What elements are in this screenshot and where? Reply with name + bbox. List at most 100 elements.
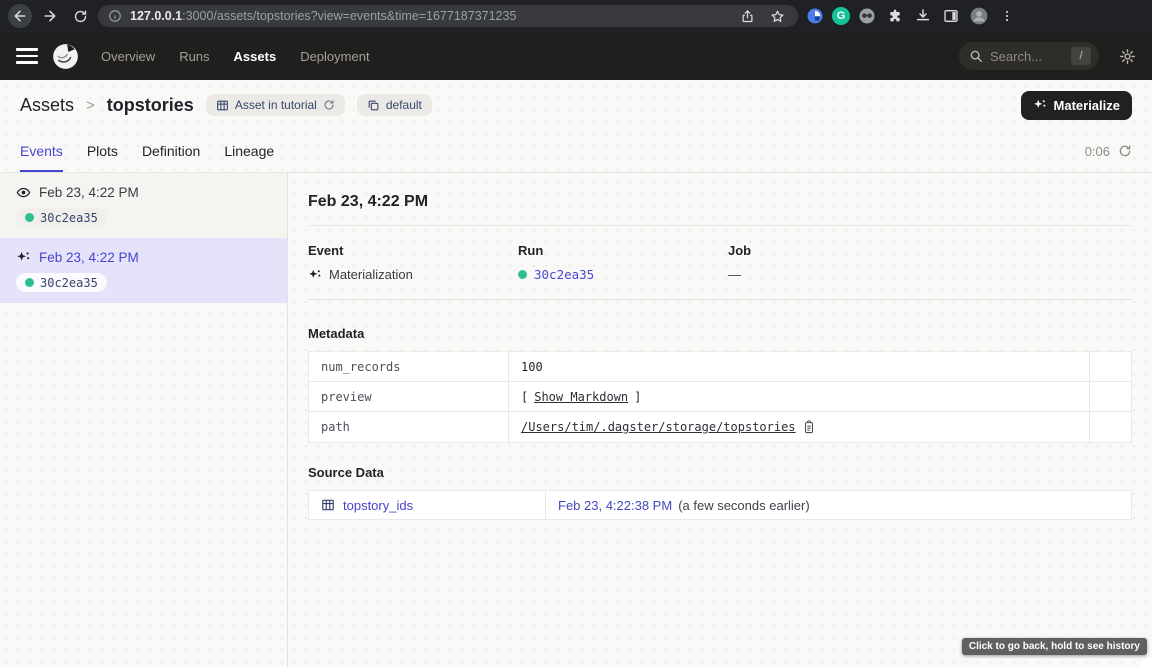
browser-chrome: 127.0.0.1:3000/assets/topstories?view=ev… [0,0,1152,32]
run-id: 30c2ea35 [534,267,594,282]
run-id: 30c2ea35 [40,276,98,290]
event-list-item-observation[interactable]: Feb 23, 4:22 PM 30c2ea35 [0,173,287,238]
run-id-chip[interactable]: 30c2ea35 [16,273,107,292]
refresh-timer: 0:06 [1085,130,1132,172]
run-label: Run [518,243,728,258]
nav-deployment[interactable]: Deployment [300,49,369,64]
metadata-heading: Metadata [308,326,1132,341]
event-date-row: Feb 23, 4:22 PM [16,185,271,200]
breadcrumb-assets-link[interactable]: Assets [20,95,74,116]
layers-icon [367,99,380,112]
side-panel-button[interactable] [940,5,962,27]
menu-button[interactable] [16,48,38,64]
path-link[interactable]: /Users/tim/.dagster/storage/topstories [521,420,796,434]
search-placeholder: Search... [990,49,1064,64]
extension-clock-button[interactable] [804,5,826,27]
source-timestamp-link[interactable]: Feb 23, 4:22:38 PM [558,498,672,513]
profile-avatar[interactable] [968,5,990,27]
address-bar[interactable]: 127.0.0.1:3000/assets/topstories?view=ev… [98,5,798,27]
dots-vertical-icon [1000,9,1014,23]
group-default-badge[interactable]: default [357,94,432,116]
asset-group-label: Asset in tutorial [235,98,317,112]
url-path: :3000/assets/topstories?view=events&time… [182,9,516,23]
goggles-icon [858,7,876,25]
tab-plots[interactable]: Plots [87,143,118,172]
share-button[interactable] [736,5,758,27]
event-list-sidebar: Feb 23, 4:22 PM 30c2ea35 Feb 23, 4:22 PM… [0,173,288,667]
back-button-tooltip: Click to go back, hold to see history [962,638,1147,655]
download-icon [915,8,931,24]
primary-nav: Overview Runs Assets Deployment [101,49,370,64]
url-text[interactable]: 127.0.0.1:3000/assets/topstories?view=ev… [130,9,516,23]
group-default-label: default [386,98,422,112]
refresh-icon[interactable] [323,99,335,111]
materialize-button[interactable]: Materialize [1021,91,1132,120]
run-status-dot [25,213,34,222]
asset-group-badge[interactable]: Asset in tutorial [206,94,345,116]
event-detail-panel: Feb 23, 4:22 PM Event Materialization Ru… [288,173,1152,667]
run-status-dot [518,270,527,279]
refresh-icon[interactable] [1118,144,1132,158]
table-grid-icon [321,498,335,512]
run-id-chip[interactable]: 30c2ea35 [16,208,107,227]
info-icon [108,9,122,23]
asset-page: Assets > topstories Asset in tutorial de… [0,80,1152,667]
copy-clipboard-icon[interactable] [802,420,816,434]
downloads-button[interactable] [912,5,934,27]
run-column: Run 30c2ea35 [518,243,728,282]
star-icon [770,9,785,24]
materialize-label: Materialize [1054,98,1120,113]
metadata-value: 100 [509,352,1089,381]
breadcrumb-separator: > [86,97,95,114]
gear-icon [1119,48,1136,65]
settings-button[interactable] [1119,48,1136,65]
nav-runs[interactable]: Runs [179,49,209,64]
table-row: path /Users/tim/.dagster/storage/topstor… [309,412,1131,442]
job-label: Job [728,243,938,258]
grammarly-extension-button[interactable]: G [832,7,850,25]
event-type-text: Materialization [329,267,413,282]
metadata-extra-cell [1089,412,1131,442]
extensions-button[interactable] [884,5,906,27]
browser-forward-button[interactable] [38,4,62,28]
puzzle-icon [887,8,903,24]
side-panel-icon [943,8,959,24]
event-type-value: Materialization [308,267,518,282]
metadata-key: preview [309,382,509,411]
hamburger-icon [16,48,38,51]
run-link[interactable]: 30c2ea35 [518,267,728,282]
metadata-extra-cell [1089,352,1131,381]
tab-lineage[interactable]: Lineage [224,143,274,172]
section-divider [308,299,1132,300]
show-markdown-link[interactable]: Show Markdown [534,390,628,404]
browser-back-button[interactable] [8,4,32,28]
avatar-icon [969,6,989,26]
browser-reload-button[interactable] [68,4,92,28]
source-asset-cell: topstory_ids [309,491,546,519]
table-row: preview [Show Markdown] [309,382,1131,412]
tab-definition[interactable]: Definition [142,143,200,172]
bracket-close: ] [634,390,641,404]
event-list-item-materialization[interactable]: Feb 23, 4:22 PM 30c2ea35 [0,238,287,303]
tab-events[interactable]: Events [20,143,63,172]
dagster-logo-icon[interactable] [52,43,79,70]
nav-overview[interactable]: Overview [101,49,155,64]
source-data-table: topstory_ids Feb 23, 4:22:38 PM (a few s… [308,490,1132,520]
event-date-row: Feb 23, 4:22 PM [16,250,271,265]
refresh-countdown: 0:06 [1085,144,1110,159]
share-icon [740,9,755,24]
tab-bar: Events Plots Definition Lineage 0:06 [0,130,1152,173]
search-shortcut-key: / [1071,47,1091,65]
event-date: Feb 23, 4:22 PM [39,185,139,200]
bookmark-button[interactable] [766,5,788,27]
source-asset-link[interactable]: topstory_ids [343,498,413,513]
metadata-extra-cell [1089,382,1131,411]
goggles-extension-button[interactable] [856,5,878,27]
job-column: Job — [728,243,938,282]
browser-menu-button[interactable] [996,5,1018,27]
search-input[interactable]: Search... / [959,42,1099,70]
eye-icon [16,185,31,200]
source-data-heading: Source Data [308,465,1132,480]
url-host: 127.0.0.1 [130,9,182,23]
nav-assets[interactable]: Assets [234,49,277,64]
